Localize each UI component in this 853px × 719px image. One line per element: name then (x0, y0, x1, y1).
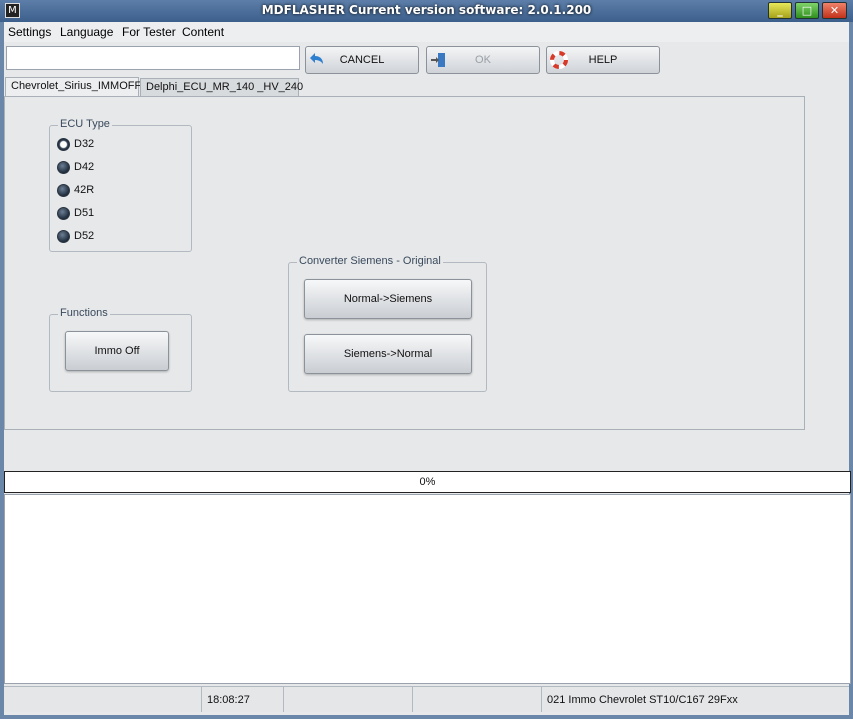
radio-label: D52 (74, 230, 95, 242)
ecu-type-group: ECU Type D32 D42 42R D51 D52 (49, 118, 192, 252)
radio-label: D51 (74, 207, 95, 219)
menu-for-tester[interactable]: For Tester (122, 25, 176, 39)
radio-selected-icon (57, 138, 70, 151)
siemens-to-normal-label: Siemens->Normal (343, 348, 433, 360)
menu-content[interactable]: Content (182, 25, 224, 39)
help-button[interactable]: HELP (546, 46, 660, 74)
converter-group: Converter Siemens - Original Normal->Sie… (288, 255, 487, 392)
maximize-button[interactable]: □ (795, 2, 819, 19)
minimize-icon: _ (777, 4, 783, 17)
normal-to-siemens-button[interactable]: Normal->Siemens (304, 279, 472, 319)
radio-label: D32 (74, 138, 95, 150)
radio-icon (57, 230, 70, 243)
menu-settings[interactable]: Settings (8, 25, 51, 39)
progress-bar: 0% (4, 471, 851, 493)
radio-icon (57, 184, 70, 197)
ecu-type-title: ECU Type (58, 118, 112, 130)
radio-icon (57, 207, 70, 220)
status-bar: 18:08:27 021 Immo Chevrolet ST10/C167 29… (4, 686, 849, 712)
maximize-icon: □ (801, 4, 813, 17)
tab-chevrolet-sirius-immoff[interactable]: Chevrolet_Sirius_IMMOFF (5, 77, 141, 97)
ok-button[interactable]: OK (426, 46, 540, 74)
window-title: MDFLASHER Current version software: 2.0.… (261, 3, 592, 17)
immo-off-button[interactable]: Immo Off (65, 331, 169, 371)
menu-language[interactable]: Language (60, 25, 113, 39)
functions-title: Functions (58, 307, 110, 319)
immo-off-label: Immo Off (94, 345, 140, 357)
radio-label: D42 (74, 161, 95, 173)
tab-panel: ECU Type D32 D42 42R D51 D52 Functions I… (4, 96, 805, 430)
progress-text: 0% (419, 476, 436, 488)
help-label: HELP (588, 54, 618, 66)
title-bar[interactable]: M MDFLASHER Current version software: 2.… (0, 0, 853, 22)
siemens-to-normal-button[interactable]: Siemens->Normal (304, 334, 472, 374)
ok-label: OK (475, 54, 491, 66)
status-info: 021 Immo Chevrolet ST10/C167 29Fxx (547, 694, 738, 706)
close-icon: ✕ (829, 4, 840, 17)
tab-delphi-ecu[interactable]: Delphi_ECU_MR_140 _HV_240 (140, 78, 303, 96)
status-time: 18:08:27 (207, 694, 250, 706)
close-button[interactable]: ✕ (822, 2, 847, 19)
functions-group: Functions Immo Off (49, 307, 192, 392)
cancel-label: CANCEL (339, 54, 385, 66)
client-area: Settings Language For Tester Content CAN… (4, 22, 851, 715)
radio-label: 42R (74, 184, 95, 196)
minimize-button[interactable]: _ (768, 2, 792, 19)
log-area[interactable] (4, 494, 851, 684)
cancel-button[interactable]: CANCEL (305, 46, 419, 74)
menu-bar: Settings Language For Tester Content (4, 22, 849, 42)
app-window: M MDFLASHER Current version software: 2.… (0, 0, 853, 719)
normal-to-siemens-label: Normal->Siemens (343, 293, 433, 305)
converter-title: Converter Siemens - Original (297, 255, 443, 267)
radio-icon (57, 161, 70, 174)
address-input[interactable] (6, 46, 300, 70)
